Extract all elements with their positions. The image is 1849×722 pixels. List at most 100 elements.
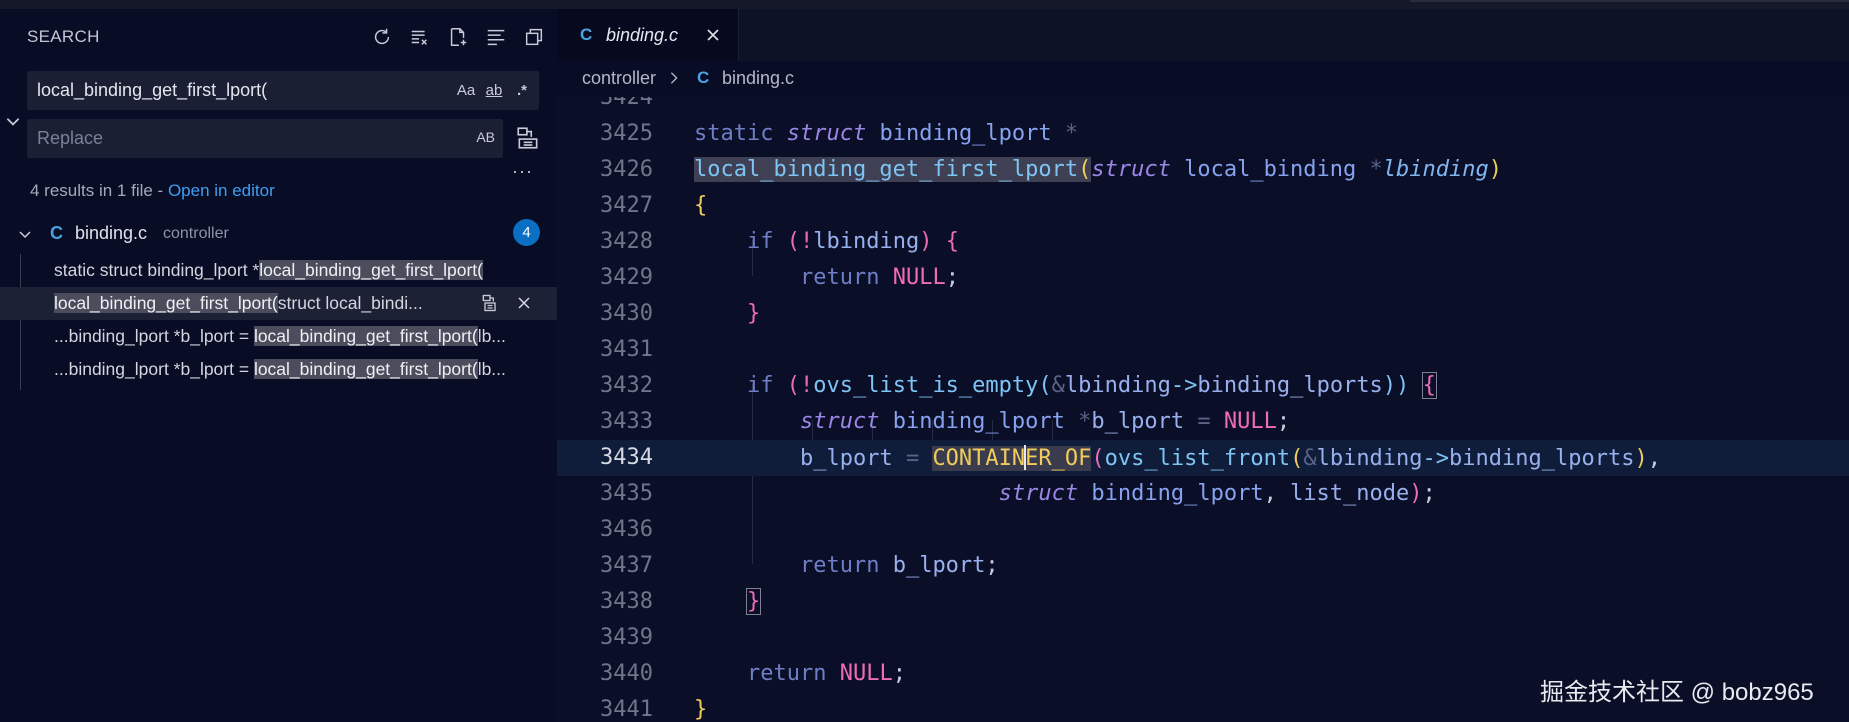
code-editor[interactable]: 3424 3425 static struct binding_lport * …: [557, 97, 1849, 722]
search-sidebar: SEARCH local_binding_get_first_lport( Aa…: [0, 9, 557, 722]
line-number: 3425: [600, 121, 653, 146]
match-post: lb...: [477, 359, 506, 379]
code-text: return b_lport;: [799, 553, 999, 578]
line-number: 3439: [600, 625, 653, 650]
code-text: struct binding_lport, list_node);: [998, 481, 1436, 506]
line-number: 3438: [600, 589, 653, 614]
replace-all-icon[interactable]: [515, 125, 541, 151]
result-count-badge: 4: [513, 219, 540, 246]
more-options-icon[interactable]: ···: [512, 161, 533, 182]
code-line: 3436: [557, 512, 1849, 548]
match-text: ...binding_lport *b_lport = local_bindin…: [54, 359, 506, 380]
editor-tab-bar: C binding.c: [557, 9, 1849, 61]
match-pre: ...binding_lport *b_lport =: [54, 359, 254, 379]
tab-label: binding.c: [606, 25, 679, 45]
code-line: 3435 struct binding_lport, list_node);: [557, 476, 1849, 512]
breadcrumb-folder[interactable]: controller: [582, 68, 656, 89]
code-line: 3429 return NULL;: [557, 260, 1849, 296]
result-file-name: binding.c: [75, 223, 148, 243]
breadcrumb: controller C binding.c: [557, 61, 1849, 97]
match-text: static struct binding_lport *local_bindi…: [54, 260, 483, 281]
code-line: 3428 if (!lbinding) {: [557, 224, 1849, 260]
line-number: 3441: [600, 697, 653, 722]
line-number: 3427: [600, 193, 653, 218]
close-tab-icon[interactable]: [705, 27, 721, 43]
match-case-toggle[interactable]: Aa: [455, 77, 477, 103]
match-whole-word-label: ab: [485, 81, 503, 99]
code-line: 3426 local_binding_get_first_lport(struc…: [557, 152, 1849, 188]
view-as-tree-icon[interactable]: [520, 23, 548, 51]
clear-results-icon[interactable]: [406, 23, 434, 51]
breadcrumb-file[interactable]: binding.c: [722, 68, 794, 89]
code-text: }: [746, 301, 761, 326]
chevron-down-icon[interactable]: [17, 226, 33, 242]
tab-binding-c[interactable]: C binding.c: [557, 9, 739, 61]
sidebar-title: SEARCH: [27, 27, 100, 46]
c-file-icon: C: [580, 25, 593, 44]
dismiss-match-icon[interactable]: [514, 293, 534, 313]
code-text: }: [694, 697, 708, 722]
code-text: if (!ovs_list_is_empty(&lbinding->bindin…: [746, 372, 1437, 399]
line-number: 3430: [600, 301, 653, 326]
line-number: 3428: [600, 229, 653, 254]
search-match-item[interactable]: ...binding_lport *b_lport = local_bindin…: [0, 353, 557, 386]
code-line: 3432 if (!ovs_list_is_empty(&lbinding->b…: [557, 368, 1849, 404]
replace-placeholder: Replace: [37, 128, 104, 148]
result-file-row[interactable]: C binding.c controller: [0, 219, 557, 249]
line-number: 3431: [600, 337, 653, 362]
code-line: 3438 }: [557, 584, 1849, 620]
line-number: 3426: [600, 157, 653, 182]
line-number: 3433: [600, 409, 653, 434]
open-in-editor-link[interactable]: Open in editor: [168, 181, 275, 200]
line-number: 3437: [600, 553, 653, 578]
code-line: 3427 {: [557, 188, 1849, 224]
replace-input[interactable]: Replace AB: [27, 119, 503, 158]
code-text: {: [694, 193, 708, 218]
line-number: 3424: [600, 97, 653, 110]
line-number: 3432: [600, 373, 653, 398]
match-pre: static struct binding_lport *: [54, 260, 260, 280]
match-highlight: local_binding_get_first_lport(: [253, 326, 478, 346]
code-text: local_binding_get_first_lport(struct loc…: [694, 157, 1502, 182]
line-number: 3429: [600, 265, 653, 290]
match-text: local_binding_get_first_lport(struct loc…: [54, 293, 423, 314]
refresh-icon[interactable]: [368, 23, 396, 51]
replace-match-icon[interactable]: [480, 293, 500, 313]
c-file-icon: C: [697, 68, 710, 87]
code-text: }: [745, 588, 762, 615]
sidebar-actions: [368, 23, 548, 51]
line-number: 3434: [600, 445, 653, 470]
code-text: return NULL;: [799, 265, 959, 290]
new-search-editor-icon[interactable]: [444, 23, 472, 51]
result-file-dir: controller: [163, 225, 229, 242]
code-line: 3425 static struct binding_lport *: [557, 116, 1849, 152]
regex-toggle[interactable]: .*: [511, 77, 533, 103]
code-text: b_lport = CONTAINER_OF(ovs_list_front(&l…: [799, 445, 1661, 471]
watermark: 掘金技术社区 @ bobz965: [1540, 679, 1814, 706]
preserve-case-toggle[interactable]: AB: [476, 129, 495, 145]
search-match-item[interactable]: ...binding_lport *b_lport = local_bindin…: [0, 320, 557, 353]
code-line: 3433 struct binding_lport *b_lport = NUL…: [557, 404, 1849, 440]
search-match-item-selected[interactable]: local_binding_get_first_lport(struct loc…: [0, 287, 557, 320]
search-match-item[interactable]: static struct binding_lport *local_bindi…: [0, 254, 557, 287]
toggle-replace-chevron-icon[interactable]: [4, 112, 22, 130]
match-text: ...binding_lport *b_lport = local_bindin…: [54, 326, 506, 347]
match-whole-word-toggle[interactable]: ab: [483, 77, 505, 103]
c-file-icon: C: [50, 223, 63, 243]
code-line-current: 3434 b_lport = CONTAINER_OF(ovs_list_fro…: [557, 440, 1849, 476]
search-input[interactable]: local_binding_get_first_lport( Aa ab .*: [27, 71, 539, 110]
line-number: 3435: [600, 481, 653, 506]
code-line: 3439: [557, 620, 1849, 656]
line-number: 3440: [600, 661, 653, 686]
match-highlight: local_binding_get_first_lport(: [253, 359, 478, 379]
code-line: 3424: [557, 97, 1849, 116]
match-pre: ...binding_lport *b_lport =: [54, 326, 254, 346]
match-post: lb...: [477, 326, 506, 346]
code-text: if (!lbinding) {: [746, 229, 959, 254]
collapse-all-icon[interactable]: [482, 23, 510, 51]
code-text: return NULL;: [746, 661, 906, 686]
code-text: struct binding_lport *b_lport = NULL;: [799, 409, 1291, 434]
results-summary: 4 results in 1 file - Open in editor: [30, 181, 275, 201]
search-input-value: local_binding_get_first_lport(: [37, 80, 268, 100]
code-line: 3430 }: [557, 296, 1849, 332]
